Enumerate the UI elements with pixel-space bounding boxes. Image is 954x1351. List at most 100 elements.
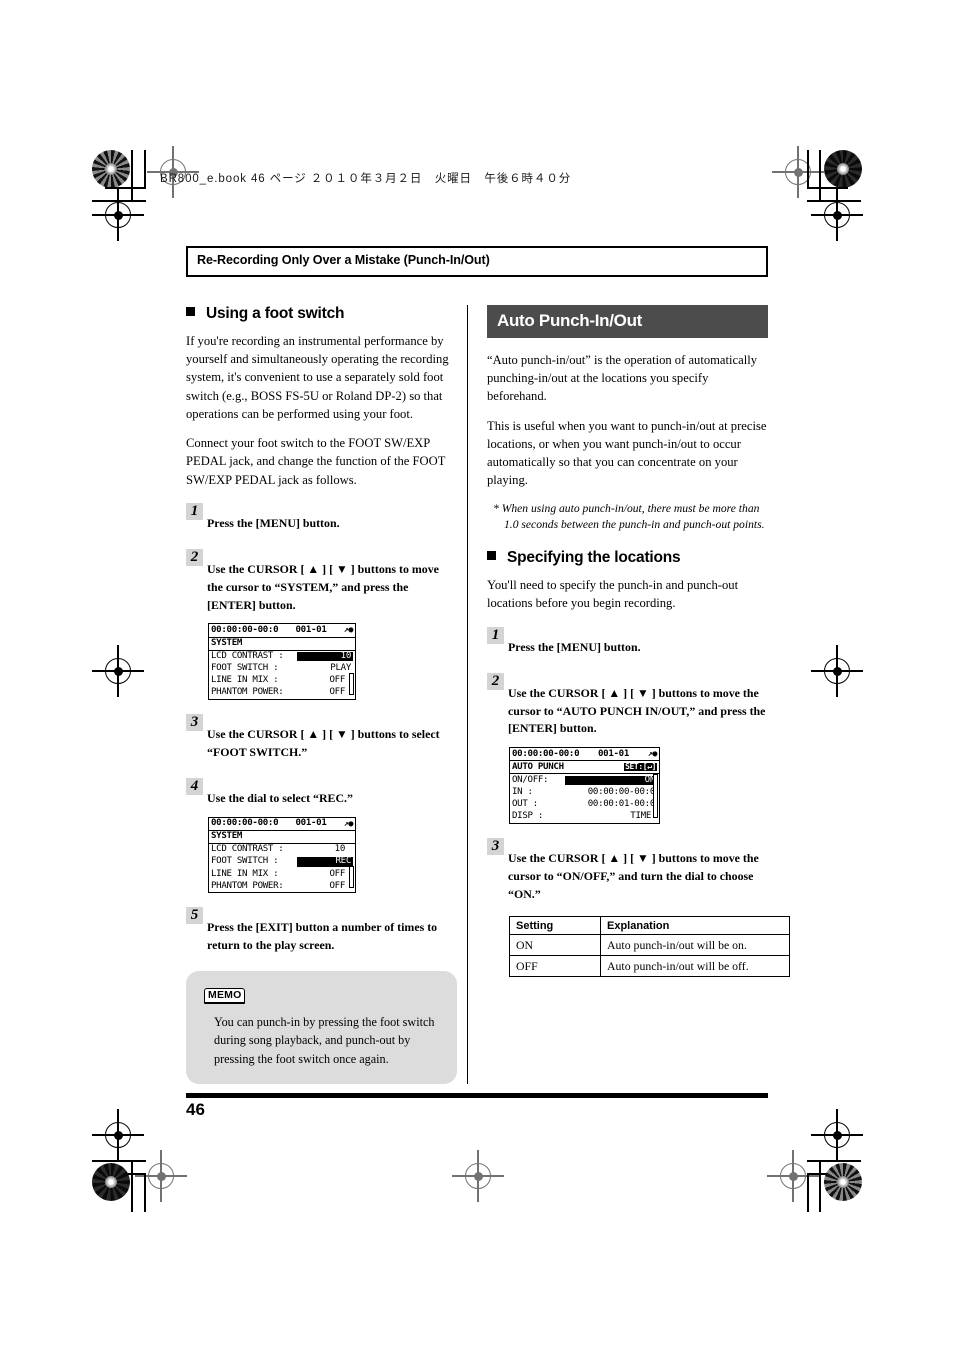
color-registration-patch-bottom-left: [92, 1163, 130, 1201]
lcd-row-foot-switch: FOOT SWITCH : REC: [209, 856, 355, 868]
lcd-measure-display: 001-01: [295, 624, 327, 635]
lcd-param-label: LCD CONTRAST :: [211, 844, 284, 855]
lcd-parameter-list: ON/OFF: ON IN : 00:00:00-00:0 OUT : 00:0…: [510, 774, 659, 822]
lcd-row-foot-switch: FOOT SWITCH : PLAY: [209, 663, 355, 675]
step-1-left: 1 Press the [MENU] button.: [186, 502, 457, 533]
lcd-row-on-off: ON/OFF: ON: [510, 774, 659, 786]
table-cell-explanation: Auto punch-in/out will be on.: [600, 934, 790, 957]
registration-mark-left-lower: [92, 1109, 144, 1161]
chapter-title-bar: Re-Recording Only Over a Mistake (Punch-…: [186, 246, 768, 277]
step-text: Use the dial to select “REC.”: [207, 790, 353, 805]
lcd-row-phantom-power: PHANTOM POWER: OFF: [209, 880, 355, 892]
step-1-right: 1 Press the [MENU] button.: [487, 626, 768, 657]
square-bullet-icon: [186, 306, 195, 316]
lcd-row-lcd-contrast: LCD CONTRAST : 10: [209, 651, 355, 663]
page-content: Re-Recording Only Over a Mistake (Punch-…: [186, 246, 790, 1084]
running-head: BR800_e.book 46 ページ ２０１０年３月２日 火曜日 午後６時４０…: [160, 173, 572, 185]
page-number: 46: [186, 1100, 205, 1119]
lcd-param-label: PHANTOM POWER:: [211, 880, 284, 891]
step-text: Press the [MENU] button.: [508, 639, 641, 654]
lcd-auto-punch-screen: 00:00:00-00:0 001-01 ↗● AUTO PUNCH SET:[…: [509, 747, 660, 824]
step-text: Use the CURSOR [ ▲ ] [ ▼ ] buttons to mo…: [508, 850, 759, 901]
footer-rule: [186, 1093, 768, 1098]
memo-text: You can punch-in by pressing the foot sw…: [214, 1015, 435, 1066]
step-3-right: 3 Use the CURSOR [ ▲ ] [ ▼ ] buttons to …: [487, 837, 768, 904]
crop-mark-top-left-h2: [105, 187, 146, 189]
lcd-row-phantom-power: PHANTOM POWER: OFF: [209, 687, 355, 699]
heading-specifying-the-locations: Specifying the locations: [487, 549, 768, 567]
lcd-param-value: ON: [565, 775, 657, 786]
crop-mark-bottom-right-h1: [807, 1160, 861, 1162]
lcd-screen-title: SYSTEM: [209, 831, 355, 844]
lcd-param-value: 10: [334, 844, 346, 855]
color-registration-patch-top-right: [824, 150, 862, 188]
lcd-param-value: OFF: [329, 687, 345, 698]
lcd-time-display: 00:00:00-00:0: [211, 818, 279, 829]
lcd-param-value: 00:00:01-00:0: [587, 799, 656, 810]
lcd-transport-icons: ↗●: [343, 625, 354, 636]
step-number: 5: [186, 907, 203, 925]
chapter-title-text: Re-Recording Only Over a Mistake (Punch-…: [197, 253, 490, 267]
crop-mark-bottom-left-v1: [131, 1160, 133, 1212]
lcd-param-label: FOOT SWITCH :: [211, 663, 279, 674]
color-registration-patch-top-left: [92, 150, 130, 188]
lcd-measure-display: 001-01: [295, 818, 327, 829]
section-title-auto-punch: Auto Punch-In/Out: [487, 304, 768, 338]
settings-table: Setting Explanation ON Auto punch-in/out…: [509, 916, 790, 978]
step-number: 2: [487, 672, 504, 690]
lcd-row-line-in-mix: LINE IN MIX : OFF: [209, 675, 355, 687]
lcd-param-value: TIME: [630, 811, 651, 822]
crop-mark-top-right-h2: [807, 187, 848, 189]
lcd-param-label: OUT :: [512, 799, 538, 810]
step-number: 3: [186, 713, 203, 731]
paragraph-specify-intro: You'll need to specify the punch-in and …: [487, 578, 739, 611]
lcd-parameter-list: LCD CONTRAST : 10 FOOT SWITCH : REC LINE…: [209, 844, 355, 892]
memo-callout-box: MEMO You can punch-in by pressing the fo…: [186, 970, 457, 1084]
registration-mark-top-right-inner: [772, 146, 824, 198]
table-header-explanation: Explanation: [600, 916, 790, 936]
lcd-screen-title: AUTO PUNCH SET:[↵]: [510, 761, 659, 775]
heading-using-a-foot-switch: Using a foot switch: [186, 305, 457, 323]
heading-text: Specifying the locations: [507, 549, 681, 567]
step-number: 2: [186, 548, 203, 566]
lcd-transport-icons: ↗●: [343, 818, 354, 829]
step-number: 1: [186, 502, 203, 520]
lcd-status-bar: 00:00:00-00:0 001-01 ↗●: [209, 818, 355, 831]
lcd-set-enter-tag[interactable]: SET:[↵]: [624, 763, 657, 772]
lcd-row-line-in-mix: LINE IN MIX : OFF: [209, 868, 355, 880]
lcd-title-text: AUTO PUNCH: [512, 761, 564, 772]
two-column-layout: Using a foot switch If you're recording …: [186, 304, 790, 1084]
lcd-param-label: PHANTOM POWER:: [211, 687, 284, 698]
registration-mark-right-upper: [811, 189, 863, 241]
memo-icon: MEMO: [204, 987, 246, 1005]
heading-text: Using a foot switch: [206, 304, 345, 322]
step-text: Use the CURSOR [ ▲ ] [ ▼ ] buttons to se…: [207, 726, 440, 759]
table-cell-setting: OFF: [509, 955, 601, 978]
registration-mark-left-middle: [92, 645, 144, 697]
lcd-row-out-point: OUT : 00:00:01-00:0: [510, 799, 659, 811]
lcd-row-disp: DISP : TIME: [510, 811, 659, 823]
step-2-right: 2 Use the CURSOR [ ▲ ] [ ▼ ] buttons to …: [487, 672, 768, 739]
lcd-title-text: SYSTEM: [211, 831, 243, 842]
registration-mark-left-upper: [92, 189, 144, 241]
lcd-system-screen-play: 00:00:00-00:0 001-01 ↗● SYSTEM LCD CONTR…: [208, 623, 356, 700]
lcd-status-bar: 00:00:00-00:0 001-01 ↗●: [209, 624, 355, 638]
step-2-left: 2 Use the CURSOR [ ▲ ] [ ▼ ] buttons to …: [186, 548, 457, 615]
crop-mark-top-left-v2: [144, 150, 146, 188]
step-text: Use the CURSOR [ ▲ ] [ ▼ ] buttons to mo…: [207, 561, 439, 612]
registration-mark-bottom-right-inner: [767, 1150, 819, 1202]
lcd-param-label: LCD CONTRAST :: [211, 651, 284, 662]
paragraph-foot-switch-intro: If you're recording an instrumental perf…: [186, 333, 449, 421]
lcd-param-value: OFF: [329, 880, 345, 891]
lcd-title-text: SYSTEM: [211, 638, 243, 649]
lcd-status-bar: 00:00:00-00:0 001-01 ↗●: [510, 748, 659, 762]
lcd-scrollbar[interactable]: [349, 672, 354, 695]
lcd-param-label: LINE IN MIX :: [211, 675, 279, 686]
lcd-param-value: 00:00:00-00:0: [587, 787, 656, 798]
paragraph-auto-punch-usefulness: This is useful when you want to punch-in…: [487, 418, 767, 488]
lcd-param-label: ON/OFF:: [512, 774, 549, 785]
lcd-scrollbar[interactable]: [653, 774, 658, 819]
step-number: 1: [487, 626, 504, 644]
lcd-scrollbar[interactable]: [349, 865, 354, 888]
lcd-param-value: REC: [297, 857, 353, 867]
